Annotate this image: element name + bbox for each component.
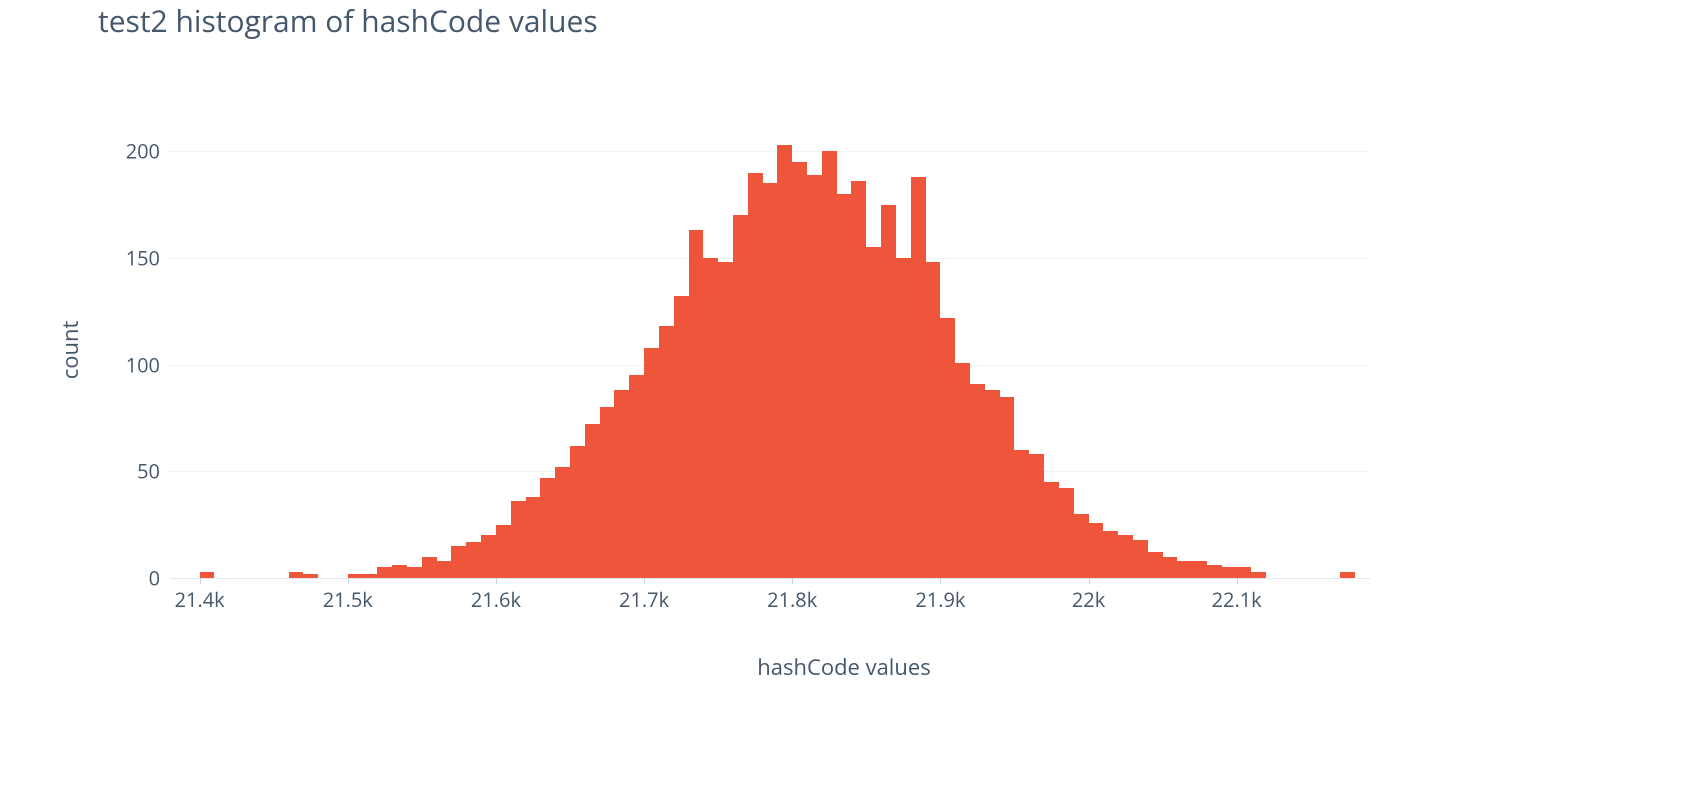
histogram-bar: [570, 446, 585, 578]
histogram-bar: [807, 175, 822, 578]
histogram-bar: [1192, 561, 1207, 578]
histogram-bar: [200, 572, 215, 578]
histogram-bar: [1089, 523, 1104, 578]
histogram-bar: [940, 318, 955, 578]
histogram-bar: [1222, 567, 1237, 578]
histogram-bar: [955, 363, 970, 578]
x-tick: [644, 578, 645, 584]
histogram-bar: [392, 565, 407, 578]
histogram-bar: [526, 497, 541, 578]
histogram-bar: [496, 525, 511, 578]
y-tick-label: 50: [100, 458, 160, 485]
histogram-bar: [1207, 565, 1222, 578]
y-axis-label: count: [55, 321, 85, 380]
histogram-bar: [1340, 572, 1355, 578]
x-tick-label: 21.4k: [175, 586, 225, 613]
histogram-bar: [555, 467, 570, 578]
histogram-bar: [644, 348, 659, 578]
x-tick-label: 22k: [1072, 586, 1105, 613]
histogram-bar: [303, 574, 318, 578]
histogram-bar: [585, 424, 600, 578]
histogram-bar: [926, 262, 941, 578]
histogram-bar: [422, 557, 437, 578]
histogram-bar: [363, 574, 378, 578]
histogram-bar: [659, 326, 674, 578]
histogram-bar: [407, 567, 422, 578]
histogram-bars: [170, 130, 1370, 578]
histogram-bar: [1000, 397, 1015, 578]
histogram-bar: [1148, 552, 1163, 578]
histogram-bar: [629, 375, 644, 578]
x-tick: [200, 578, 201, 584]
histogram-bar: [600, 407, 615, 578]
histogram-chart: test2 histogram of hashCode values count…: [0, 0, 1688, 794]
chart-title: test2 histogram of hashCode values: [98, 0, 598, 41]
x-tick: [940, 578, 941, 584]
histogram-bar: [1118, 535, 1133, 578]
histogram-bar: [451, 546, 466, 578]
x-tick-label: 21.6k: [471, 586, 521, 613]
histogram-bar: [1237, 567, 1252, 578]
histogram-bar: [511, 501, 526, 578]
histogram-bar: [437, 561, 452, 578]
x-tick-label: 21.5k: [323, 586, 373, 613]
histogram-bar: [970, 384, 985, 578]
y-tick-label: 0: [100, 565, 160, 592]
histogram-bar: [881, 205, 896, 578]
histogram-bar: [674, 296, 689, 578]
histogram-bar: [481, 535, 496, 578]
histogram-bar: [822, 151, 837, 578]
histogram-bar: [1133, 540, 1148, 578]
x-axis-label: hashCode values: [0, 652, 1688, 682]
x-tick-label: 21.9k: [915, 586, 965, 613]
x-tick: [496, 578, 497, 584]
histogram-bar: [377, 567, 392, 578]
histogram-bar: [1074, 514, 1089, 578]
histogram-bar: [1029, 454, 1044, 578]
histogram-bar: [1044, 482, 1059, 578]
x-tick: [348, 578, 349, 584]
histogram-bar: [866, 247, 881, 578]
x-axis-line: [170, 578, 1370, 579]
histogram-bar: [733, 215, 748, 578]
histogram-bar: [348, 574, 363, 578]
x-tick-label: 21.7k: [619, 586, 669, 613]
histogram-bar: [1163, 557, 1178, 578]
histogram-bar: [777, 145, 792, 578]
histogram-bar: [1014, 450, 1029, 578]
histogram-bar: [1103, 531, 1118, 578]
histogram-bar: [718, 262, 733, 578]
y-tick-label: 100: [100, 351, 160, 378]
y-tick-label: 150: [100, 245, 160, 272]
histogram-bar: [896, 258, 911, 578]
histogram-bar: [614, 390, 629, 578]
histogram-bar: [703, 258, 718, 578]
histogram-bar: [289, 572, 304, 578]
histogram-bar: [837, 194, 852, 578]
histogram-bar: [540, 478, 555, 578]
histogram-bar: [466, 542, 481, 578]
x-tick: [1089, 578, 1090, 584]
histogram-bar: [763, 183, 778, 578]
histogram-bar: [911, 177, 926, 578]
y-tick-label: 200: [100, 138, 160, 165]
histogram-bar: [689, 230, 704, 578]
x-tick: [1237, 578, 1238, 584]
histogram-bar: [1251, 572, 1266, 578]
x-tick-label: 22.1k: [1212, 586, 1262, 613]
x-tick: [792, 578, 793, 584]
histogram-bar: [851, 181, 866, 578]
x-tick-label: 21.8k: [767, 586, 817, 613]
histogram-bar: [1059, 488, 1074, 578]
histogram-bar: [1177, 561, 1192, 578]
histogram-bar: [748, 173, 763, 578]
histogram-bar: [792, 162, 807, 578]
histogram-bar: [985, 390, 1000, 578]
